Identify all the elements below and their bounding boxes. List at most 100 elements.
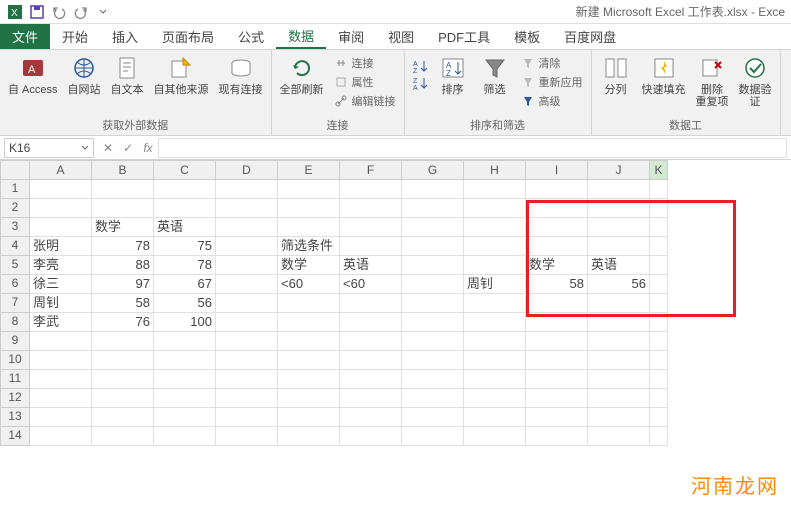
cell-A3[interactable]: [30, 218, 92, 237]
cell-D2[interactable]: [216, 199, 278, 218]
cell-F6[interactable]: <60: [340, 275, 402, 294]
cell-H5[interactable]: [464, 256, 526, 275]
cell-B8[interactable]: 76: [92, 313, 154, 332]
flash-fill-button[interactable]: 快速填充: [638, 52, 690, 98]
col-header-A[interactable]: A: [30, 160, 92, 180]
cell-H13[interactable]: [464, 408, 526, 427]
select-all-corner[interactable]: [0, 160, 30, 180]
cell-B5[interactable]: 88: [92, 256, 154, 275]
cell-C10[interactable]: [154, 351, 216, 370]
col-header-H[interactable]: H: [464, 160, 526, 180]
cell-I2[interactable]: [526, 199, 588, 218]
tab-insert[interactable]: 插入: [100, 24, 150, 49]
cancel-icon[interactable]: ✕: [100, 140, 116, 156]
cell-I7[interactable]: [526, 294, 588, 313]
cell-I6[interactable]: 58: [526, 275, 588, 294]
cell-K1[interactable]: [650, 180, 668, 199]
cell-J13[interactable]: [588, 408, 650, 427]
cell-J14[interactable]: [588, 427, 650, 446]
save-icon[interactable]: [28, 3, 46, 21]
from-access-button[interactable]: A自 Access: [4, 52, 62, 98]
tab-baidu[interactable]: 百度网盘: [552, 24, 628, 49]
cell-D12[interactable]: [216, 389, 278, 408]
cell-H11[interactable]: [464, 370, 526, 389]
cell-C14[interactable]: [154, 427, 216, 446]
col-header-F[interactable]: F: [340, 160, 402, 180]
cell-J4[interactable]: [588, 237, 650, 256]
enter-icon[interactable]: ✓: [120, 140, 136, 156]
cell-K8[interactable]: [650, 313, 668, 332]
text-to-columns-button[interactable]: 分列: [596, 52, 636, 98]
qat-dropdown-icon[interactable]: [94, 3, 112, 21]
cell-D14[interactable]: [216, 427, 278, 446]
cell-C12[interactable]: [154, 389, 216, 408]
cell-B13[interactable]: [92, 408, 154, 427]
cell-C4[interactable]: 75: [154, 237, 216, 256]
cell-H1[interactable]: [464, 180, 526, 199]
cell-G5[interactable]: [402, 256, 464, 275]
from-web-button[interactable]: 自网站: [64, 52, 105, 98]
cell-C13[interactable]: [154, 408, 216, 427]
cell-C11[interactable]: [154, 370, 216, 389]
cell-J7[interactable]: [588, 294, 650, 313]
cell-A14[interactable]: [30, 427, 92, 446]
cell-B14[interactable]: [92, 427, 154, 446]
cell-B9[interactable]: [92, 332, 154, 351]
cell-J6[interactable]: 56: [588, 275, 650, 294]
row-header-8[interactable]: 8: [0, 313, 30, 332]
cell-A11[interactable]: [30, 370, 92, 389]
cell-G11[interactable]: [402, 370, 464, 389]
cell-H8[interactable]: [464, 313, 526, 332]
cell-K14[interactable]: [650, 427, 668, 446]
cell-J10[interactable]: [588, 351, 650, 370]
cell-D1[interactable]: [216, 180, 278, 199]
cell-E14[interactable]: [278, 427, 340, 446]
row-header-4[interactable]: 4: [0, 237, 30, 256]
cell-J2[interactable]: [588, 199, 650, 218]
cell-D3[interactable]: [216, 218, 278, 237]
cell-E3[interactable]: [278, 218, 340, 237]
cell-A9[interactable]: [30, 332, 92, 351]
cell-E11[interactable]: [278, 370, 340, 389]
cell-B4[interactable]: 78: [92, 237, 154, 256]
cell-C7[interactable]: 56: [154, 294, 216, 313]
cell-G14[interactable]: [402, 427, 464, 446]
cell-E1[interactable]: [278, 180, 340, 199]
cell-D10[interactable]: [216, 351, 278, 370]
row-header-9[interactable]: 9: [0, 332, 30, 351]
cell-A6[interactable]: 徐三: [30, 275, 92, 294]
cell-D8[interactable]: [216, 313, 278, 332]
cell-C2[interactable]: [154, 199, 216, 218]
cell-E8[interactable]: [278, 313, 340, 332]
cell-E4[interactable]: 筛选条件: [278, 237, 340, 256]
row-header-12[interactable]: 12: [0, 389, 30, 408]
cell-F11[interactable]: [340, 370, 402, 389]
cell-A13[interactable]: [30, 408, 92, 427]
cell-C9[interactable]: [154, 332, 216, 351]
col-header-G[interactable]: G: [402, 160, 464, 180]
refresh-all-button[interactable]: 全部刷新: [276, 52, 328, 98]
from-other-button[interactable]: 自其他来源: [150, 52, 213, 98]
cell-F3[interactable]: [340, 218, 402, 237]
cell-H14[interactable]: [464, 427, 526, 446]
cell-D9[interactable]: [216, 332, 278, 351]
cell-I12[interactable]: [526, 389, 588, 408]
name-box[interactable]: K16: [4, 138, 94, 158]
cell-F13[interactable]: [340, 408, 402, 427]
filter-button[interactable]: 筛选: [475, 52, 515, 98]
cell-E12[interactable]: [278, 389, 340, 408]
cell-F9[interactable]: [340, 332, 402, 351]
redo-icon[interactable]: [72, 3, 90, 21]
col-header-J[interactable]: J: [588, 160, 650, 180]
cell-F12[interactable]: [340, 389, 402, 408]
cell-C1[interactable]: [154, 180, 216, 199]
cell-J9[interactable]: [588, 332, 650, 351]
cell-B1[interactable]: [92, 180, 154, 199]
formula-bar[interactable]: [158, 138, 787, 158]
row-header-13[interactable]: 13: [0, 408, 30, 427]
cell-K10[interactable]: [650, 351, 668, 370]
row-header-11[interactable]: 11: [0, 370, 30, 389]
cell-G1[interactable]: [402, 180, 464, 199]
existing-connections-button[interactable]: 现有连接: [215, 52, 267, 98]
tab-pdf[interactable]: PDF工具: [426, 24, 502, 49]
